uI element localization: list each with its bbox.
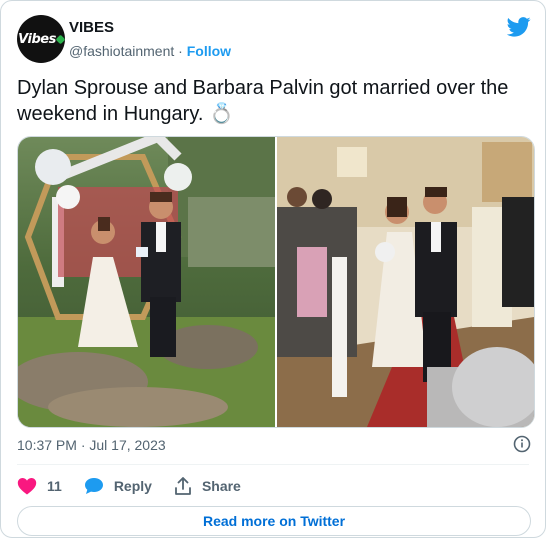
share-button[interactable]: Share	[174, 477, 241, 495]
wedding-photo-church[interactable]	[277, 137, 534, 427]
outdoor-photo-image	[18, 137, 275, 427]
action-bar: 11 Reply Share	[17, 473, 263, 499]
tweet-timestamp[interactable]: 10:37 PM · Jul 17, 2023	[17, 437, 166, 453]
like-button[interactable]: 11	[17, 477, 62, 495]
reply-bubble-icon	[84, 478, 103, 494]
share-icon	[175, 477, 191, 495]
avatar-logo-mark	[55, 34, 65, 44]
media-grid	[17, 136, 535, 428]
handle-line: @fashiotainment · Follow	[69, 43, 231, 59]
twitter-bird-icon[interactable]	[507, 17, 531, 37]
divider	[17, 464, 529, 465]
church-photo-image	[277, 137, 534, 427]
tweet-text: Dylan Sprouse and Barbara Palvin got mar…	[17, 77, 509, 125]
tweet-card: Vibes VIBES @fashiotainment · Follow Dyl…	[0, 0, 546, 538]
wedding-photo-outdoor[interactable]	[18, 137, 275, 427]
heart-icon	[17, 478, 37, 495]
avatar-logo-text: Vibes	[18, 31, 56, 47]
reply-label: Reply	[113, 478, 152, 494]
handle[interactable]: @fashiotainment	[69, 43, 174, 59]
follow-button[interactable]: Follow	[187, 43, 231, 59]
display-name[interactable]: VIBES	[69, 19, 114, 36]
avatar[interactable]: Vibes	[17, 15, 65, 63]
reply-button[interactable]: Reply	[84, 477, 152, 495]
read-more-button[interactable]: Read more on Twitter	[17, 506, 531, 536]
share-label: Share	[201, 478, 241, 494]
separator-dot: ·	[178, 43, 183, 59]
info-icon[interactable]	[513, 435, 531, 453]
likes-count: 11	[47, 478, 62, 494]
